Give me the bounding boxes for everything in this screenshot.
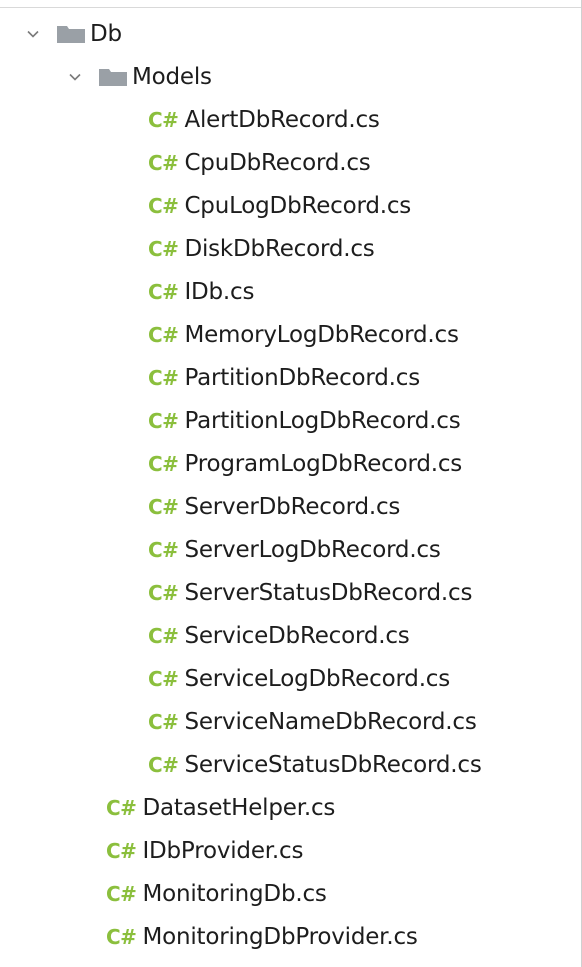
tree-file-item[interactable]: C# ServiceDbRecord.cs [0, 614, 580, 657]
csharp-file-icon: C# [106, 838, 137, 863]
tree-file-label: ServerDbRecord.cs [184, 493, 401, 520]
tree-file-item[interactable]: C# MemoryLogDbRecord.cs [0, 313, 580, 356]
tree-folder-db[interactable]: Db [0, 12, 580, 55]
tree-file-item[interactable]: C# MonitoringDb.cs [0, 872, 580, 915]
tree-file-label: ServerStatusDbRecord.cs [184, 579, 473, 606]
tree-file-label: MonitoringDb.cs [142, 880, 327, 907]
csharp-file-icon: C# [148, 236, 179, 261]
tree-file-item[interactable]: C# PartitionLogDbRecord.cs [0, 399, 580, 442]
tree-file-label: ServiceStatusDbRecord.cs [184, 751, 482, 778]
tree-file-item[interactable]: C# DatasetHelper.cs [0, 786, 580, 829]
folder-icon [98, 66, 128, 88]
tree-file-item[interactable]: C# CpuDbRecord.cs [0, 141, 580, 184]
tree-file-label: ServerLogDbRecord.cs [184, 536, 441, 563]
csharp-file-icon: C# [106, 795, 137, 820]
tree-file-label: IDbProvider.cs [142, 837, 304, 864]
tree-file-label: ServiceLogDbRecord.cs [184, 665, 451, 692]
tree-file-label: IDb.cs [184, 278, 255, 305]
tree-file-label: ServiceDbRecord.cs [184, 622, 410, 649]
tree-file-label: DiskDbRecord.cs [184, 235, 375, 262]
tree-file-label: MonitoringDbProvider.cs [142, 923, 418, 950]
tree-file-label: ServiceNameDbRecord.cs [184, 708, 477, 735]
tree-folder-label: Db [90, 20, 122, 47]
csharp-file-icon: C# [148, 107, 179, 132]
csharp-file-icon: C# [148, 494, 179, 519]
tree-file-label: ProgramLogDbRecord.cs [184, 450, 463, 477]
csharp-file-icon: C# [148, 709, 179, 734]
csharp-file-icon: C# [148, 623, 179, 648]
tree-file-item[interactable]: C# ServiceStatusDbRecord.cs [0, 743, 580, 786]
tree-file-label: CpuLogDbRecord.cs [184, 192, 412, 219]
tree-file-item[interactable]: C# PartitionDbRecord.cs [0, 356, 580, 399]
tree-file-label: AlertDbRecord.cs [184, 106, 380, 133]
csharp-file-icon: C# [148, 666, 179, 691]
tree-file-label: DatasetHelper.cs [142, 794, 336, 821]
chevron-down-icon[interactable] [26, 27, 40, 41]
csharp-file-icon: C# [148, 365, 179, 390]
tree-file-item[interactable]: C# ServiceNameDbRecord.cs [0, 700, 580, 743]
csharp-file-icon: C# [148, 193, 179, 218]
tree-file-item[interactable]: C# ServiceLogDbRecord.cs [0, 657, 580, 700]
tree-file-label: PartitionDbRecord.cs [184, 364, 421, 391]
csharp-file-icon: C# [148, 279, 179, 304]
csharp-file-icon: C# [106, 924, 137, 949]
csharp-file-icon: C# [148, 150, 179, 175]
tree-file-item[interactable]: C# ProgramLogDbRecord.cs [0, 442, 580, 485]
tree-file-item[interactable]: C# MonitoringDbProvider.cs [0, 915, 580, 958]
project-tree: Db Models C# AlertDbRecord.cs C# CpuDbRecor… [0, 12, 580, 958]
csharp-file-icon: C# [148, 322, 179, 347]
csharp-file-icon: C# [148, 451, 179, 476]
tree-file-item[interactable]: C# ServerDbRecord.cs [0, 485, 580, 528]
folder-icon [56, 23, 86, 45]
tree-file-item[interactable]: C# CpuLogDbRecord.cs [0, 184, 580, 227]
tree-file-item[interactable]: C# IDb.cs [0, 270, 580, 313]
csharp-file-icon: C# [148, 408, 179, 433]
tree-file-label: PartitionLogDbRecord.cs [184, 407, 461, 434]
tree-file-label: CpuDbRecord.cs [184, 149, 371, 176]
chevron-down-icon[interactable] [68, 70, 82, 84]
csharp-file-icon: C# [148, 580, 179, 605]
csharp-file-icon: C# [106, 881, 137, 906]
tree-folder-label: Models [132, 63, 212, 90]
csharp-file-icon: C# [148, 752, 179, 777]
tree-file-item[interactable]: C# ServerStatusDbRecord.cs [0, 571, 580, 614]
tree-file-item[interactable]: C# ServerLogDbRecord.cs [0, 528, 580, 571]
csharp-file-icon: C# [148, 537, 179, 562]
tree-file-item[interactable]: C# DiskDbRecord.cs [0, 227, 580, 270]
tree-folder-models[interactable]: Models [0, 55, 580, 98]
tree-file-label: MemoryLogDbRecord.cs [184, 321, 459, 348]
tree-file-item[interactable]: C# IDbProvider.cs [0, 829, 580, 872]
tree-file-item[interactable]: C# AlertDbRecord.cs [0, 98, 580, 141]
panel-top-border [0, 0, 582, 8]
